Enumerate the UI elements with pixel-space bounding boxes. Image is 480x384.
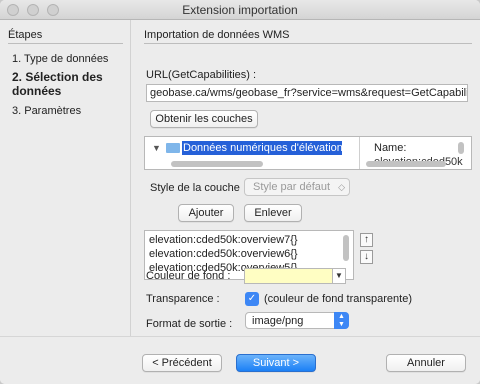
color-dropdown-arrow-icon[interactable]: ▼ bbox=[332, 268, 346, 284]
layer-details-panel: Name: elevation:cded50k bbox=[359, 137, 471, 169]
transparency-description: (couleur de fond transparente) bbox=[264, 293, 412, 305]
list-item[interactable]: elevation:cded50k:overview6{} bbox=[149, 248, 298, 260]
tree-item-label: Données numériques d'élévation du C bbox=[182, 141, 342, 155]
step-data-selection: 2. Sélection des données bbox=[12, 70, 103, 98]
steps-heading: Étapes bbox=[8, 29, 43, 41]
steps-divider bbox=[8, 43, 123, 44]
details-horizontal-scrollbar[interactable] bbox=[366, 161, 446, 167]
cancel-button[interactable]: Annuler bbox=[386, 354, 466, 372]
remove-button[interactable]: Enlever bbox=[244, 204, 302, 222]
disclosure-triangle-icon[interactable]: ▼ bbox=[152, 143, 161, 153]
transparency-checkbox[interactable]: ✓ bbox=[245, 292, 259, 306]
page-title: Importation de données WMS bbox=[144, 29, 290, 41]
chevron-updown-icon: ▲ ▼ bbox=[334, 312, 349, 329]
footer-bar: < Précédent Suivant > Annuler bbox=[0, 336, 480, 384]
output-format-select[interactable]: image/png ▲ ▼ bbox=[245, 312, 349, 329]
layer-style-label: Style de la couche : bbox=[150, 182, 247, 194]
layer-style-value: Style par défaut bbox=[253, 181, 331, 193]
previous-button[interactable]: < Précédent bbox=[142, 354, 222, 372]
url-label: URL(GetCapabilities) : bbox=[146, 69, 257, 81]
details-vertical-scrollbar[interactable] bbox=[458, 142, 464, 154]
dialog-window: Extension importation Étapes 1. Type de … bbox=[0, 0, 480, 384]
details-name-label: Name: bbox=[374, 142, 407, 154]
main-pane: Importation de données WMS URL(GetCapabi… bbox=[132, 20, 480, 336]
layer-tree[interactable]: ▼ Données numériques d'élévation du C Na… bbox=[144, 136, 472, 170]
tree-row-selected[interactable]: ▼ Données numériques d'élévation du C bbox=[152, 141, 342, 155]
background-color-swatch[interactable] bbox=[244, 268, 342, 284]
window-title: Extension importation bbox=[182, 3, 298, 17]
get-layers-button[interactable]: Obtenir les couches bbox=[150, 110, 258, 128]
move-up-button[interactable]: ↑ bbox=[360, 233, 373, 247]
heading-divider bbox=[144, 43, 472, 44]
move-down-button[interactable]: ↓ bbox=[360, 250, 373, 264]
tree-horizontal-scrollbar[interactable] bbox=[171, 161, 263, 167]
list-item[interactable]: elevation:cded50k:overview7{} bbox=[149, 234, 298, 246]
layer-style-select[interactable]: Style par défaut ◇ bbox=[244, 178, 350, 196]
output-format-label: Format de sortie : bbox=[146, 318, 233, 330]
folder-icon bbox=[166, 143, 180, 153]
title-bar: Extension importation bbox=[0, 0, 480, 20]
transparency-label: Transparence : bbox=[146, 293, 220, 305]
next-button[interactable]: Suivant > bbox=[236, 354, 316, 372]
step-parameters: 3. Paramètres bbox=[12, 105, 82, 117]
add-button[interactable]: Ajouter bbox=[178, 204, 234, 222]
step-data-type: 1. Type de données bbox=[12, 53, 109, 65]
chevron-updown-icon: ◇ bbox=[338, 182, 345, 192]
steps-pane: Étapes 1. Type de données 2. Sélection d… bbox=[0, 20, 131, 336]
output-format-value: image/png bbox=[252, 315, 304, 327]
list-vertical-scrollbar[interactable] bbox=[343, 235, 349, 261]
url-input[interactable]: geobase.ca/wms/geobase_fr?service=wms&re… bbox=[146, 84, 468, 102]
background-color-label: Couleur de fond : bbox=[146, 270, 231, 282]
